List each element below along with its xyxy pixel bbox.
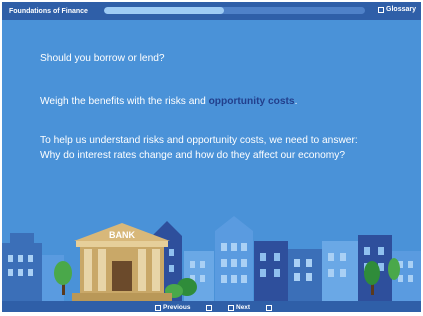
benefits-text-suffix: . — [294, 96, 298, 107]
benefits-text-prefix: Weigh the benefits with the risks and — [40, 96, 209, 107]
square-icon — [266, 304, 273, 311]
explanation-line-2: Why do interest rates change and how do … — [40, 150, 346, 161]
square-icon — [155, 304, 161, 311]
navigation-bar: Previous Next — [2, 301, 421, 312]
square-icon — [378, 6, 385, 13]
explanation-text: To help us understand risks and opportun… — [40, 133, 358, 163]
square-icon — [206, 304, 213, 311]
bank-sign: BANK — [109, 230, 135, 240]
square-icon — [228, 304, 234, 311]
next-button[interactable]: Next — [228, 303, 273, 312]
course-title: Foundations of Finance — [9, 7, 88, 15]
opportunity-costs-link[interactable]: opportunity costs — [209, 96, 295, 107]
previous-button[interactable]: Previous — [155, 303, 213, 312]
explanation-line-1: To help us understand risks and opportun… — [40, 135, 358, 146]
course-slide: Foundations of Finance Glossary Should y… — [2, 2, 421, 312]
top-bar: Foundations of Finance Glossary — [2, 2, 421, 20]
city-skyline-illustration: BANK — [2, 216, 421, 301]
next-label: Next — [236, 304, 251, 311]
previous-label: Previous — [163, 304, 191, 311]
glossary-button[interactable]: Glossary — [378, 6, 416, 13]
progress-bar — [104, 7, 365, 14]
question-text: Should you borrow or lend? — [40, 53, 165, 64]
progress-fill — [104, 7, 225, 14]
benefits-text: Weigh the benefits with the risks and op… — [40, 94, 297, 109]
glossary-label: Glossary — [386, 6, 416, 13]
